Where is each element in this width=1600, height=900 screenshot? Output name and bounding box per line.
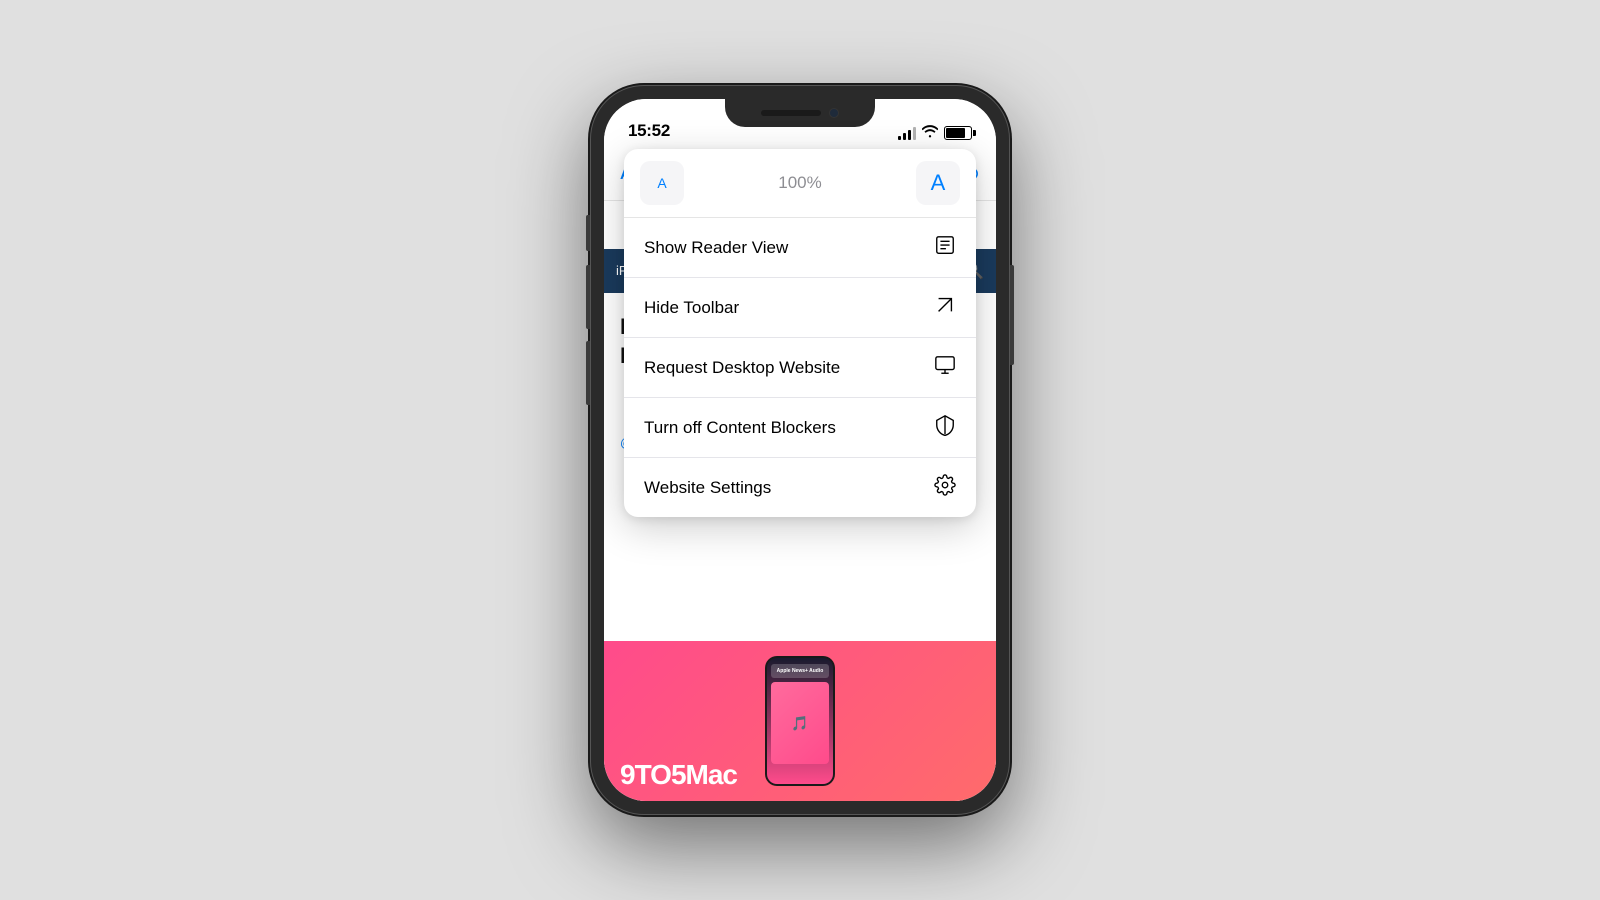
gear-icon [934, 474, 956, 501]
content-blockers-icon [934, 414, 956, 441]
font-size-display: 100% [684, 173, 916, 193]
mute-button [586, 215, 590, 251]
font-size-row: A 100% A [624, 149, 976, 218]
mini-phone-image: Apple News+ Audio 🎵 [765, 656, 835, 786]
desktop-icon [934, 354, 956, 381]
pink-banner: Apple News+ Audio 🎵 9TO5Mac [604, 641, 996, 801]
font-decrease-button[interactable]: A [640, 161, 684, 205]
show-reader-view-label: Show Reader View [644, 238, 788, 258]
signal-icon [898, 126, 916, 140]
turn-off-content-blockers-item[interactable]: Turn off Content Blockers [624, 398, 976, 458]
request-desktop-website-label: Request Desktop Website [644, 358, 840, 378]
turn-off-content-blockers-label: Turn off Content Blockers [644, 418, 836, 438]
banner-text: 9TO5Mac [620, 759, 737, 791]
status-time: 15:52 [628, 121, 670, 141]
website-settings-label: Website Settings [644, 478, 771, 498]
wifi-icon [922, 125, 938, 141]
phone-screen: 15:52 [604, 99, 996, 801]
volume-down-button [586, 341, 590, 405]
hide-toolbar-item[interactable]: Hide Toolbar [624, 278, 976, 338]
phone-mockup: 15:52 [590, 85, 1010, 815]
request-desktop-website-item[interactable]: Request Desktop Website [624, 338, 976, 398]
speaker [761, 110, 821, 116]
hide-toolbar-icon [934, 294, 956, 321]
show-reader-view-item[interactable]: Show Reader View [624, 218, 976, 278]
front-camera [829, 108, 839, 118]
status-icons [898, 125, 972, 141]
hide-toolbar-label: Hide Toolbar [644, 298, 739, 318]
power-button [1010, 265, 1014, 365]
website-settings-item[interactable]: Website Settings [624, 458, 976, 517]
battery-icon [944, 126, 972, 140]
notch [725, 99, 875, 127]
dropdown-menu: A 100% A Show Reader View Hide T [624, 149, 976, 517]
font-increase-button[interactable]: A [916, 161, 960, 205]
volume-up-button [586, 265, 590, 329]
reader-view-icon [934, 234, 956, 261]
